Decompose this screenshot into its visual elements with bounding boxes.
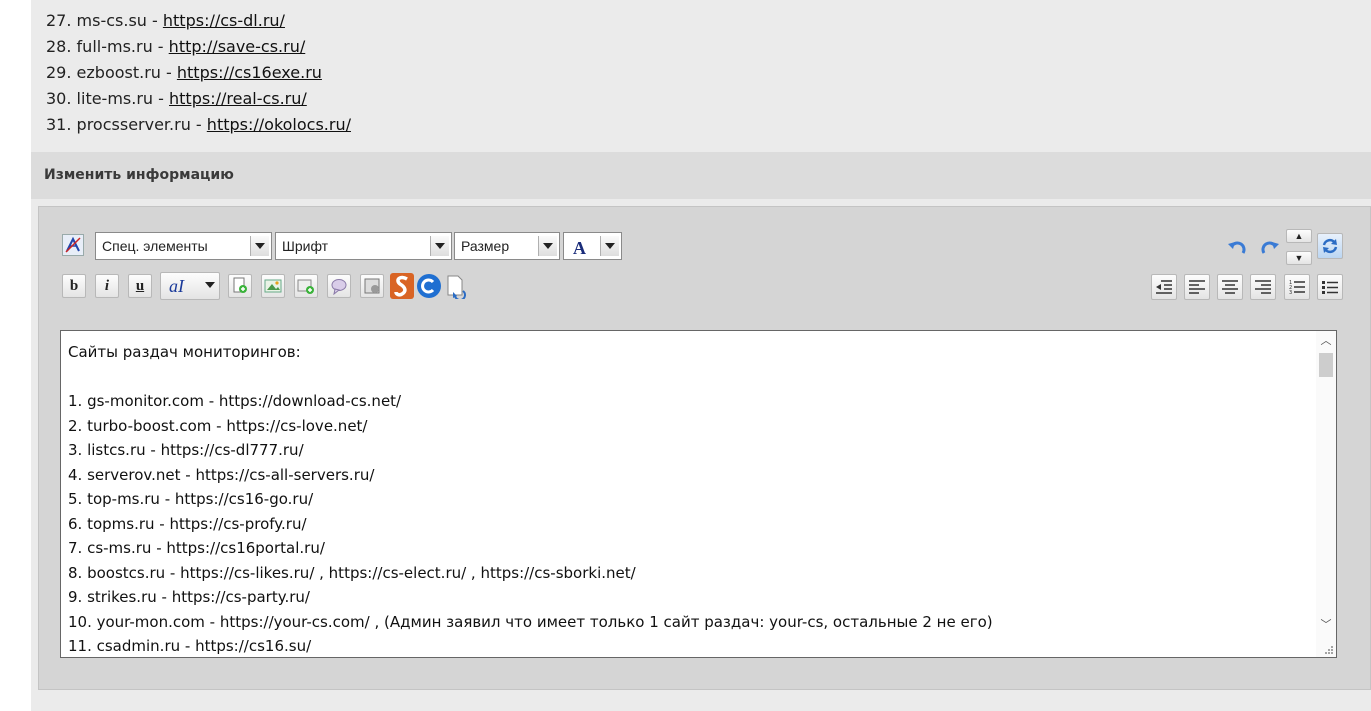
align-left-icon[interactable] bbox=[1184, 274, 1210, 300]
italic-button[interactable]: i bbox=[95, 274, 119, 298]
textarea-line: 2. turbo-boost.com - https://cs-love.net… bbox=[68, 416, 368, 435]
special-elements-select[interactable]: Спец. элементы bbox=[95, 232, 272, 260]
clipped-previous-line: , bbox=[180, 0, 575, 6]
textarea-line: 9. strikes.ru - https://cs-party.ru/ bbox=[68, 588, 310, 606]
textarea-scrollbar[interactable]: ︿ ﹀ bbox=[1316, 331, 1336, 657]
remove-format-icon[interactable] bbox=[62, 234, 84, 256]
insert-media-icon[interactable] bbox=[294, 274, 318, 298]
scroll-down-icon[interactable]: ﹀ bbox=[1320, 619, 1332, 631]
unordered-list-icon[interactable] bbox=[1317, 274, 1343, 300]
list-item: 28. full-ms.ru - http://save-cs.ru/ bbox=[46, 37, 306, 56]
textarea-line: 4. serverov.net - https://cs-all-servers… bbox=[68, 465, 375, 484]
message-textarea[interactable]: Сайты раздач мониторингов: 1. gs-monitor… bbox=[60, 330, 1337, 658]
text-format-select[interactable]: aI bbox=[160, 272, 220, 300]
insert-link-icon[interactable] bbox=[228, 274, 252, 298]
size-select[interactable]: Размер bbox=[454, 232, 560, 260]
ordered-list-icon[interactable]: 123 bbox=[1284, 274, 1310, 300]
bold-button[interactable]: b bbox=[62, 274, 86, 298]
link[interactable]: https://okolocs.ru/ bbox=[207, 115, 351, 134]
hide-content-icon[interactable] bbox=[360, 274, 384, 298]
expand-up-icon[interactable]: ▲ bbox=[1286, 229, 1312, 243]
refresh-icon[interactable] bbox=[1317, 233, 1343, 259]
list-item: 27. ms-cs.su - https://cs-dl.ru/ bbox=[46, 11, 285, 30]
outdent-icon[interactable] bbox=[1151, 274, 1177, 300]
scroll-up-icon[interactable]: ︿ bbox=[1320, 335, 1332, 347]
undo-icon[interactable] bbox=[1226, 237, 1248, 259]
expand-down-icon[interactable]: ▼ bbox=[1286, 251, 1312, 265]
link[interactable]: https://cs-dl.ru/ bbox=[163, 11, 285, 30]
section-title: Изменить информацию bbox=[44, 167, 234, 183]
scroll-thumb[interactable] bbox=[1319, 353, 1333, 377]
resize-handle-icon[interactable] bbox=[1324, 645, 1334, 655]
copyright-icon[interactable] bbox=[417, 274, 441, 298]
text-color-select[interactable]: A bbox=[563, 232, 622, 260]
textarea-content: Сайты раздач мониторингов: 1. gs-monitor… bbox=[68, 340, 993, 657]
quote-icon[interactable] bbox=[327, 274, 351, 298]
textarea-line: 10. your-mon.com - https://your-cs.com/ … bbox=[68, 612, 993, 631]
align-center-icon[interactable] bbox=[1217, 274, 1243, 300]
redo-icon[interactable] bbox=[1259, 237, 1281, 259]
list-item: 30. lite-ms.ru - https://real-cs.ru/ bbox=[46, 89, 307, 108]
link[interactable]: http://save-cs.ru/ bbox=[169, 37, 306, 56]
underline-button[interactable]: u bbox=[128, 274, 152, 298]
link[interactable]: https://cs16exe.ru bbox=[177, 63, 322, 82]
textarea-line: 5. top-ms.ru - https://cs16-go.ru/ bbox=[68, 490, 314, 508]
list-item: 29. ezboost.ru - https://cs16exe.ru bbox=[46, 63, 322, 82]
svg-text:3: 3 bbox=[1289, 290, 1292, 296]
textarea-line: 8. boostcs.ru - https://cs-likes.ru/ , h… bbox=[68, 563, 636, 582]
align-right-icon[interactable] bbox=[1250, 274, 1276, 300]
textarea-line: 1. gs-monitor.com - https://download-cs.… bbox=[68, 392, 402, 410]
textarea-heading: Сайты раздач мониторингов: bbox=[68, 343, 301, 361]
font-select[interactable]: Шрифт bbox=[275, 232, 452, 260]
list-item: 31. procsserver.ru - https://okolocs.ru/ bbox=[46, 115, 351, 134]
monitoring-links-list: 27. ms-cs.su - https://cs-dl.ru/ 28. ful… bbox=[46, 8, 351, 138]
textarea-line: 7. cs-ms.ru - https://cs16portal.ru/ bbox=[68, 539, 325, 557]
spoiler-s-icon[interactable] bbox=[390, 273, 414, 299]
textarea-line: 11. csadmin.ru - https://cs16.su/ bbox=[68, 637, 312, 655]
insert-image-icon[interactable] bbox=[261, 274, 285, 298]
link[interactable]: https://real-cs.ru/ bbox=[169, 89, 307, 108]
textarea-line: 6. topms.ru - https://cs-profy.ru/ bbox=[68, 514, 307, 533]
textarea-line: 3. listcs.ru - https://cs-dl777.ru/ bbox=[68, 441, 304, 459]
page-break-icon[interactable] bbox=[444, 274, 468, 300]
